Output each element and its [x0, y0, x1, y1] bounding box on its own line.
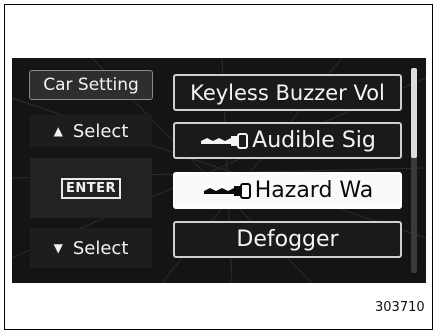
key-icon	[203, 182, 251, 199]
select-up-button[interactable]: ▲ Select	[30, 115, 152, 147]
menu-item-keyless-buzzer-vol[interactable]: Keyless Buzzer Vol	[173, 74, 402, 111]
menu-item-defogger[interactable]: Defogger	[173, 221, 402, 258]
menu-scrollbar[interactable]	[411, 68, 417, 273]
menu-item-label: Defogger	[236, 227, 339, 252]
menu-item-audible-signal[interactable]: Audible Sig	[173, 122, 402, 159]
select-down-button[interactable]: ▼ Select	[30, 228, 152, 268]
triangle-up-icon: ▲	[53, 124, 63, 138]
car-setting-label: Car Setting	[43, 75, 139, 95]
key-icon	[201, 132, 249, 149]
figure-reference-number: 303710	[375, 300, 425, 315]
menu-item-hazard-warning[interactable]: Hazard Wa	[173, 172, 402, 209]
menu-item-label: Audible Sig	[252, 128, 376, 153]
car-setting-button[interactable]: Car Setting	[29, 70, 153, 100]
menu-item-label: Hazard Wa	[254, 178, 374, 203]
enter-label: ENTER	[60, 177, 122, 199]
display-screen: Car Setting ▲ Select ENTER ▼ Select Keyl…	[12, 58, 426, 283]
menu-item-label: Keyless Buzzer Vol	[190, 80, 385, 105]
select-up-label: Select	[72, 120, 129, 142]
enter-button[interactable]: ENTER	[30, 158, 152, 218]
select-down-label: Select	[72, 237, 129, 259]
scrollbar-thumb[interactable]	[411, 68, 417, 158]
triangle-down-icon: ▼	[53, 241, 63, 255]
